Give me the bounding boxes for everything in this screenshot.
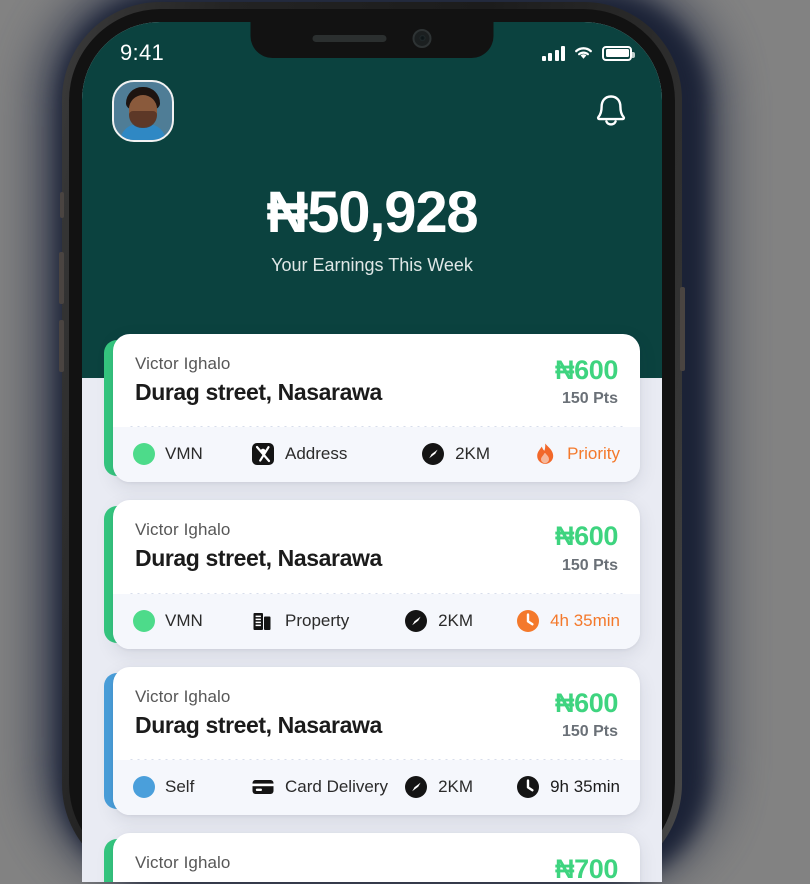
order-address: Durag street, Nasarawa <box>135 873 382 882</box>
order-points: 150 Pts <box>561 390 618 408</box>
order-card-footer: Self Card Delivery 2KM 9h 35min <box>113 760 640 816</box>
order-card-divider <box>127 759 626 761</box>
order-price: ₦600 <box>555 687 618 718</box>
order-time-label: 4h 35min <box>550 610 620 630</box>
clock-icon-dark <box>517 776 540 799</box>
order-points: 150 Pts <box>561 723 618 741</box>
wifi-icon <box>575 47 592 59</box>
building-icon <box>253 612 271 630</box>
header-top-row <box>108 74 636 142</box>
flame-icon <box>537 443 554 465</box>
order-card-body[interactable]: Victor Ighalo Durag street, Nasarawa ₦600 1… <box>113 334 640 483</box>
order-price-col: ₦600 150 Pts <box>555 687 618 741</box>
order-text-col: Victor IghaloDurag street, Nasarawa <box>135 853 382 882</box>
order-price-col: ₦700150 Pts <box>555 853 618 882</box>
earnings-block: ₦50,928 Your Earnings This Week <box>108 142 636 276</box>
order-status-group: Self <box>133 776 251 799</box>
order-type-label-group: Property <box>251 609 404 633</box>
speedometer-icon <box>405 776 428 799</box>
order-address: Durag street, Nasarawa <box>135 379 382 405</box>
order-status-group: VMN <box>133 443 251 466</box>
order-price: ₦600 <box>555 355 618 385</box>
order-text-col: Victor Ighalo Durag street, Nasarawa <box>135 520 382 572</box>
customer-name: Victor Ighalo <box>135 686 231 706</box>
order-status-label: VMN <box>165 610 203 630</box>
order-card-main: Victor Ighalo Durag street, Nasarawa ₦600 1… <box>113 667 640 759</box>
order-time-label: Priority <box>567 444 620 464</box>
silent-switch-button[interactable] <box>60 192 64 218</box>
phone-notch <box>250 22 494 58</box>
volume-up-button[interactable] <box>59 252 64 304</box>
speedometer-icon <box>422 443 445 466</box>
order-card-main: Victor Ighalo Durag street, Nasarawa ₦600 1… <box>113 334 640 426</box>
order-status-group: VMN <box>133 609 251 632</box>
order-status-label: VMN <box>165 444 203 464</box>
phone-screen: 9:41 ₦50,928 Your Earnings This Week Vic… <box>82 22 662 882</box>
customer-name: Victor Ighalo <box>135 354 231 373</box>
order-card-footer: VMN Address 2KM Priority <box>113 427 640 483</box>
order-type-label: Address <box>285 444 348 464</box>
notification-bell-icon[interactable] <box>590 88 632 134</box>
credit-card-icon <box>252 780 274 795</box>
power-button[interactable] <box>680 287 685 371</box>
order-card-footer: VMN Property 2KM 4h 35min <box>113 593 640 649</box>
order-price: ₦700 <box>555 854 618 882</box>
order-card-body[interactable]: Victor IghaloDurag street, Nasarawa ₦7001… <box>113 833 640 882</box>
order-card[interactable]: Victor Ighalo Durag street, Nasarawa ₦600 1… <box>104 666 640 816</box>
order-card-main: Victor Ighalo Durag street, Nasarawa ₦600 1… <box>113 500 640 592</box>
cellular-signal-icon <box>541 45 565 61</box>
order-time-label-group: Priority <box>533 442 620 466</box>
app-header: 9:41 ₦50,928 Your Earnings This Week <box>82 22 662 378</box>
order-text-col: Victor Ighalo Durag street, Nasarawa <box>135 687 382 739</box>
order-price: ₦600 <box>555 521 618 552</box>
status-dot-green <box>133 443 155 466</box>
order-time-label: 9h 35min <box>550 777 620 797</box>
orders-list[interactable]: Victor Ighalo Durag street, Nasarawa ₦600 1… <box>82 334 662 882</box>
order-distance-label: 2KM <box>455 444 491 464</box>
battery-icon <box>602 45 635 61</box>
clock-icon-orange <box>517 609 540 632</box>
order-status-label: Self <box>165 777 195 797</box>
order-card-body[interactable]: Victor Ighalo Durag street, Nasarawa ₦600 1… <box>113 500 640 649</box>
order-card-body[interactable]: Victor Ighalo Durag street, Nasarawa ₦600 1… <box>113 666 640 816</box>
order-price-col: ₦600 150 Pts <box>555 520 618 574</box>
front-camera-icon <box>412 28 432 48</box>
status-dot-blue <box>133 776 155 799</box>
map-pin-icon <box>252 443 274 466</box>
earnings-amount: ₦50,928 <box>266 180 479 245</box>
order-card-divider <box>127 426 626 428</box>
order-type-label: Card Delivery <box>285 777 388 797</box>
customer-name: Victor Ighalo <box>135 520 231 540</box>
phone-device-frame: 9:41 ₦50,928 Your Earnings This Week Vic… <box>59 2 685 882</box>
status-bar-icons <box>541 45 637 61</box>
order-distance-label-group: 2KM <box>404 609 516 633</box>
speedometer-icon <box>405 609 428 632</box>
customer-name: Victor Ighalo <box>135 853 231 873</box>
order-distance-label-group: 2KM <box>421 442 533 466</box>
user-avatar[interactable] <box>112 80 174 142</box>
order-address: Durag street, Nasarawa <box>135 545 382 572</box>
earnings-caption: Your Earnings This Week <box>271 255 473 275</box>
order-address: Durag street, Nasarawa <box>135 711 382 738</box>
order-text-col: Victor Ighalo Durag street, Nasarawa <box>135 354 382 406</box>
order-points: 150 Pts <box>561 556 618 574</box>
order-card[interactable]: Victor Ighalo Durag street, Nasarawa ₦600 1… <box>104 334 640 483</box>
order-distance-label-group: 2KM <box>404 775 516 799</box>
order-card[interactable]: Victor IghaloDurag street, Nasarawa ₦7001… <box>104 833 640 882</box>
order-card[interactable]: Victor Ighalo Durag street, Nasarawa ₦600 1… <box>104 500 640 649</box>
volume-down-button[interactable] <box>59 320 64 372</box>
earpiece-speaker-icon <box>312 34 387 42</box>
order-type-label-group: Card Delivery <box>251 775 404 799</box>
order-price-col: ₦600 150 Pts <box>555 354 618 408</box>
order-type-label: Property <box>285 610 350 630</box>
order-distance-label: 2KM <box>438 777 474 797</box>
order-time-label-group: 9h 35min <box>516 775 620 799</box>
order-distance-label: 2KM <box>438 610 474 630</box>
order-type-label-group: Address <box>251 442 421 466</box>
status-dot-green <box>133 609 155 632</box>
order-card-divider <box>127 592 626 594</box>
status-bar-time: 9:41 <box>120 40 165 65</box>
order-card-main: Victor IghaloDurag street, Nasarawa ₦7001… <box>113 833 640 882</box>
order-time-label-group: 4h 35min <box>516 609 620 633</box>
